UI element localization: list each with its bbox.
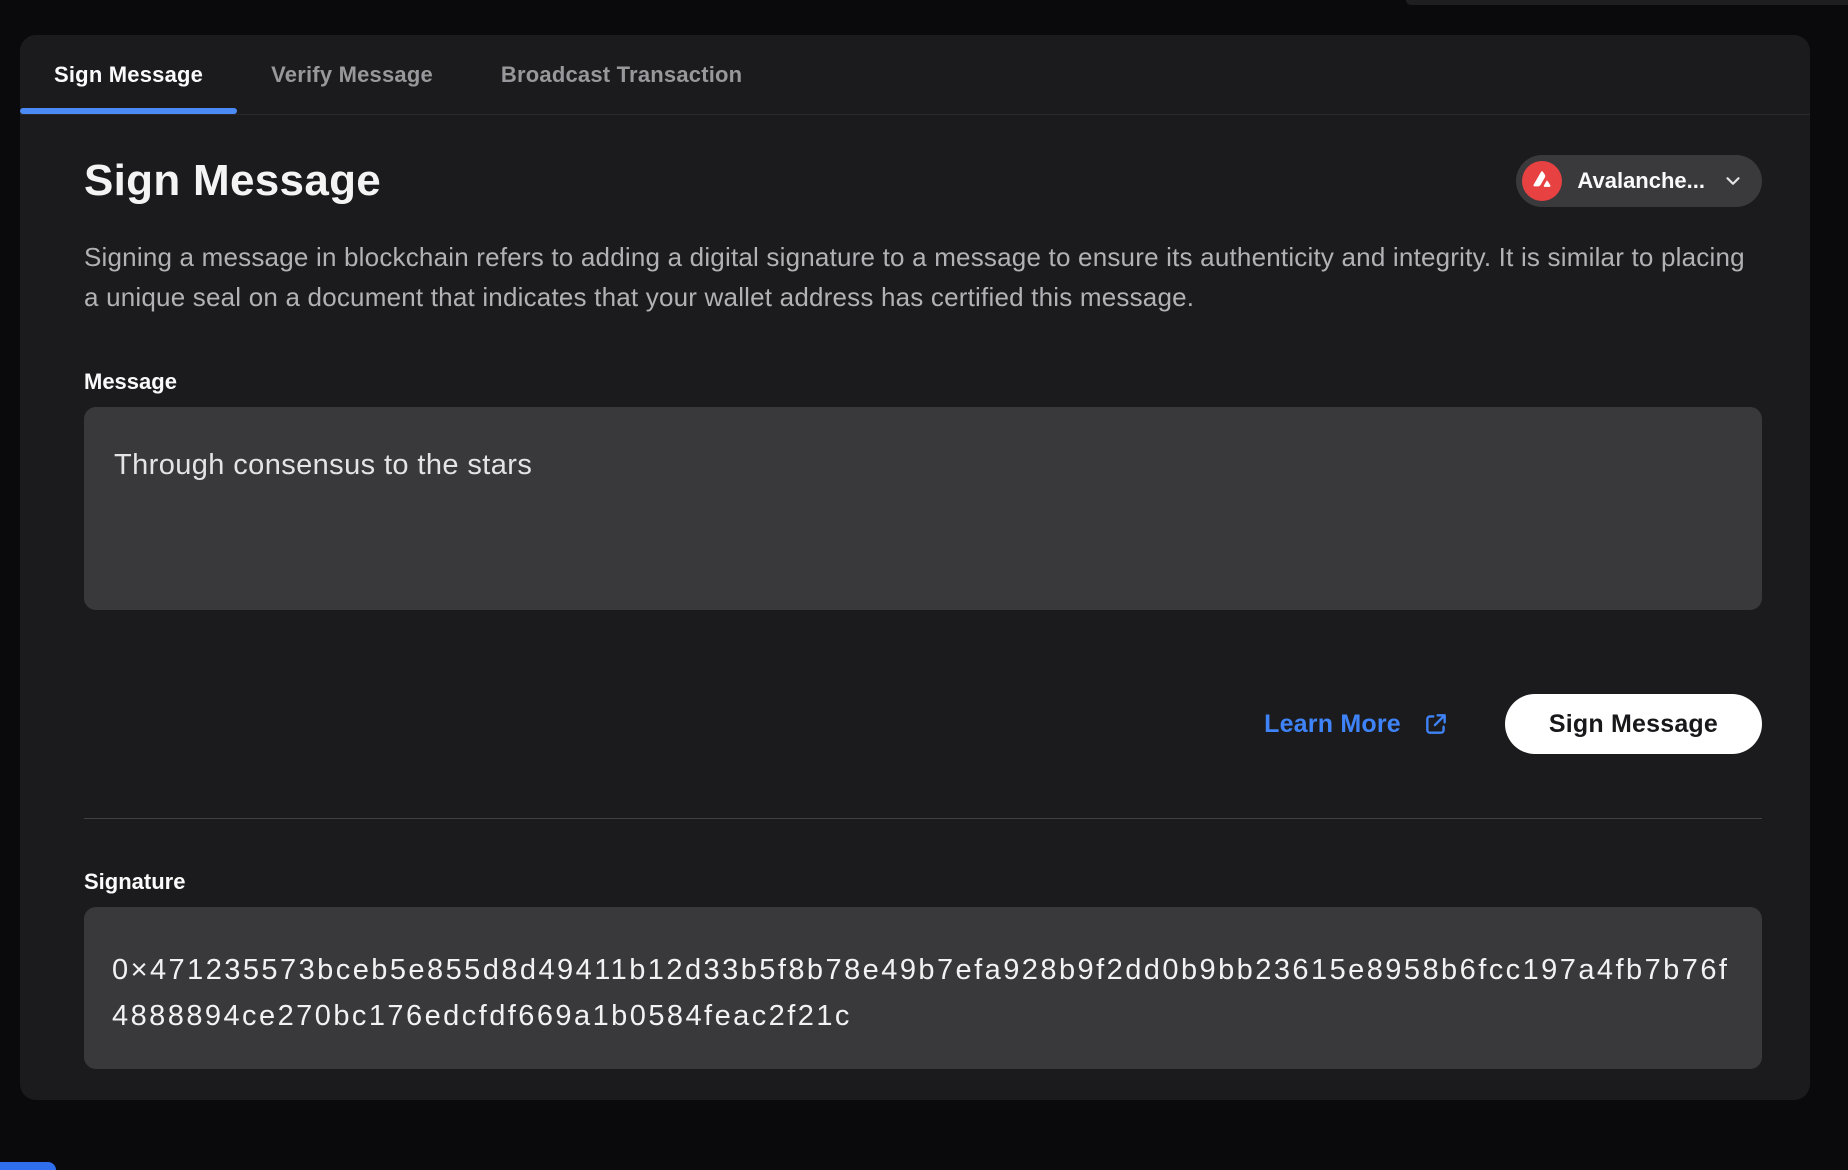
description-text: Signing a message in blockchain refers t…	[84, 237, 1762, 317]
section-divider	[84, 818, 1762, 819]
learn-more-label: Learn More	[1264, 710, 1401, 739]
message-input[interactable]: Through consensus to the stars	[84, 407, 1762, 610]
signature-label: Signature	[84, 869, 1762, 895]
network-selector-label: Avalanche...	[1577, 168, 1705, 194]
chevron-down-icon	[1722, 170, 1744, 192]
tab-broadcast-transaction[interactable]: Broadcast Transaction	[467, 35, 776, 114]
actions-row: Learn More Sign Message	[84, 694, 1762, 754]
tab-bar: Sign Message Verify Message Broadcast Tr…	[20, 35, 1810, 115]
partial-element-bottom-left	[0, 1162, 56, 1170]
tab-verify-message[interactable]: Verify Message	[237, 35, 467, 114]
avalanche-logo-icon	[1522, 161, 1562, 201]
network-selector-dropdown[interactable]: Avalanche...	[1516, 155, 1762, 207]
sign-message-button[interactable]: Sign Message	[1505, 694, 1762, 754]
message-label: Message	[84, 369, 1762, 395]
external-link-icon	[1423, 711, 1449, 737]
page-title: Sign Message	[84, 156, 381, 206]
sign-message-card: Sign Message Verify Message Broadcast Tr…	[20, 35, 1810, 1100]
header-row: Sign Message Avalanche...	[84, 155, 1762, 207]
signature-output: 0×471235573bceb5e855d8d49411b12d33b5f8b7…	[84, 907, 1762, 1069]
partial-element-top-right	[1406, 0, 1848, 5]
tab-sign-message[interactable]: Sign Message	[20, 35, 237, 114]
learn-more-link[interactable]: Learn More	[1264, 710, 1449, 739]
